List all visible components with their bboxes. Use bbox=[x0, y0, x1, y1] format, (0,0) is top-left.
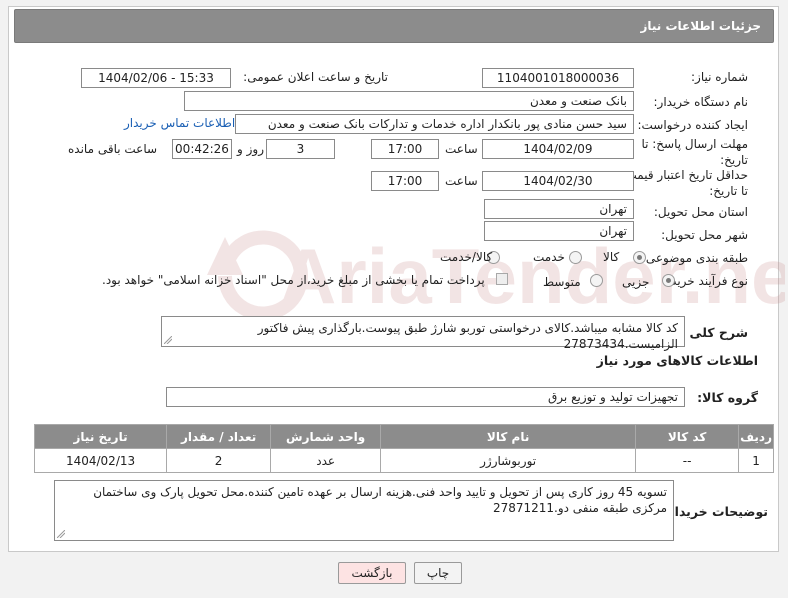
city-label: شهر محل تحویل: bbox=[661, 228, 748, 242]
process-option-medium: متوسط bbox=[543, 275, 581, 289]
cell-date: 1404/02/13 bbox=[33, 448, 168, 473]
page-title: جزئیات اطلاعات نیاز bbox=[640, 19, 761, 33]
process-radio-minor[interactable] bbox=[662, 274, 675, 287]
goods-section-title: اطلاعات کالاهای مورد نیاز bbox=[596, 353, 758, 368]
print-button[interactable]: چاپ bbox=[414, 562, 462, 584]
days-label: روز و bbox=[237, 142, 264, 156]
remaining-label: ساعت باقی مانده bbox=[68, 142, 158, 156]
col-code: کد کالا bbox=[635, 424, 740, 449]
buyer-notes-textarea[interactable]: تسویه 45 روز کاری پس از تحویل و تایید وا… bbox=[54, 480, 674, 541]
buyer-org-label: نام دستگاه خریدار: bbox=[653, 95, 749, 109]
cell-code: -- bbox=[635, 448, 740, 473]
col-unit: واحد شمارش bbox=[270, 424, 382, 449]
col-qty: تعداد / مقدار bbox=[166, 424, 272, 449]
buyer-notes-text: تسویه 45 روز کاری پس از تحویل و تایید وا… bbox=[93, 485, 667, 515]
cell-unit: عدد bbox=[270, 448, 382, 473]
header-bar: جزئیات اطلاعات نیاز bbox=[14, 9, 774, 43]
goods-group-field: تجهیزات تولید و توزیع برق bbox=[166, 387, 685, 407]
days-field: 3 bbox=[266, 139, 335, 159]
cell-name: توربوشارژر bbox=[380, 448, 637, 473]
province-label: استان محل تحویل: bbox=[653, 205, 748, 219]
category-option-both: کالا/خدمت bbox=[440, 250, 493, 264]
summary-text: کد کالا مشابه میباشد.کالای درخواستی تورب… bbox=[257, 321, 678, 351]
validity-time-field: 17:00 bbox=[371, 171, 439, 191]
cell-qty: 2 bbox=[166, 448, 272, 473]
goods-table-header: ردیف کد کالا نام کالا واحد شمارش تعداد /… bbox=[33, 424, 774, 449]
process-label: نوع فرآیند خرید : bbox=[663, 274, 748, 288]
validity-date-field: 1404/02/30 bbox=[482, 171, 634, 191]
buyer-notes-label: توضیحات خریدار: bbox=[662, 504, 768, 519]
deadline-label-date: تاریخ: bbox=[720, 153, 748, 167]
back-button[interactable]: بازگشت bbox=[338, 562, 406, 584]
category-label: طبقه بندی موضوعی: bbox=[641, 251, 748, 265]
validity-time-label: ساعت bbox=[445, 174, 478, 188]
creator-label: ایجاد کننده درخواست: bbox=[637, 118, 748, 132]
resize-grip-icon[interactable] bbox=[164, 336, 172, 344]
deadline-label: مهلت ارسال پاسخ: تا bbox=[641, 137, 748, 151]
city-field: تهران bbox=[484, 221, 634, 241]
table-row: 1 -- توربوشارژر عدد 2 1404/02/13 bbox=[33, 448, 774, 473]
buyer-contact-link[interactable]: اطلاعات تماس خریدار bbox=[124, 116, 235, 130]
validity-label: حداقل تاریخ اعتبار قیمت: bbox=[621, 168, 748, 182]
need-number-label: شماره نیاز: bbox=[691, 70, 748, 84]
announce-label: تاریخ و ساعت اعلان عمومی: bbox=[243, 70, 388, 84]
remaining-time-field: 00:42:26 bbox=[172, 139, 232, 159]
buyer-org-field: بانک صنعت و معدن bbox=[184, 91, 634, 111]
cell-row: 1 bbox=[738, 448, 774, 473]
category-option-goods: کالا bbox=[603, 250, 620, 264]
validity-label-date: تا تاریخ: bbox=[709, 184, 748, 198]
category-option-service: خدمت bbox=[533, 250, 565, 264]
process-radio-medium[interactable] bbox=[590, 274, 603, 287]
goods-table: ردیف کد کالا نام کالا واحد شمارش تعداد /… bbox=[33, 424, 774, 473]
deadline-time-field: 17:00 bbox=[371, 139, 439, 159]
category-radio-goods[interactable] bbox=[633, 251, 646, 264]
need-number-field: 1104001018000036 bbox=[482, 68, 634, 88]
summary-textarea[interactable]: کد کالا مشابه میباشد.کالای درخواستی تورب… bbox=[161, 316, 685, 351]
col-name: نام کالا bbox=[380, 424, 637, 449]
creator-field: سید حسن منادی پور بانکدار اداره خدمات و … bbox=[235, 114, 634, 134]
goods-group-label: گروه کالا: bbox=[697, 390, 758, 405]
announce-field: 1404/02/06 - 15:33 bbox=[81, 68, 231, 88]
payment-note: پرداخت تمام یا بخشی از مبلغ خرید،از محل … bbox=[102, 273, 485, 287]
deadline-time-label: ساعت bbox=[445, 142, 478, 156]
province-field: تهران bbox=[484, 199, 634, 219]
treasury-checkbox[interactable] bbox=[496, 273, 508, 285]
col-date: تاریخ نیاز bbox=[33, 424, 168, 449]
col-row: ردیف bbox=[738, 424, 774, 449]
deadline-date-field: 1404/02/09 bbox=[482, 139, 634, 159]
category-radio-service[interactable] bbox=[569, 251, 582, 264]
resize-grip-icon[interactable] bbox=[57, 530, 65, 538]
process-option-minor: جزیی bbox=[622, 275, 650, 289]
